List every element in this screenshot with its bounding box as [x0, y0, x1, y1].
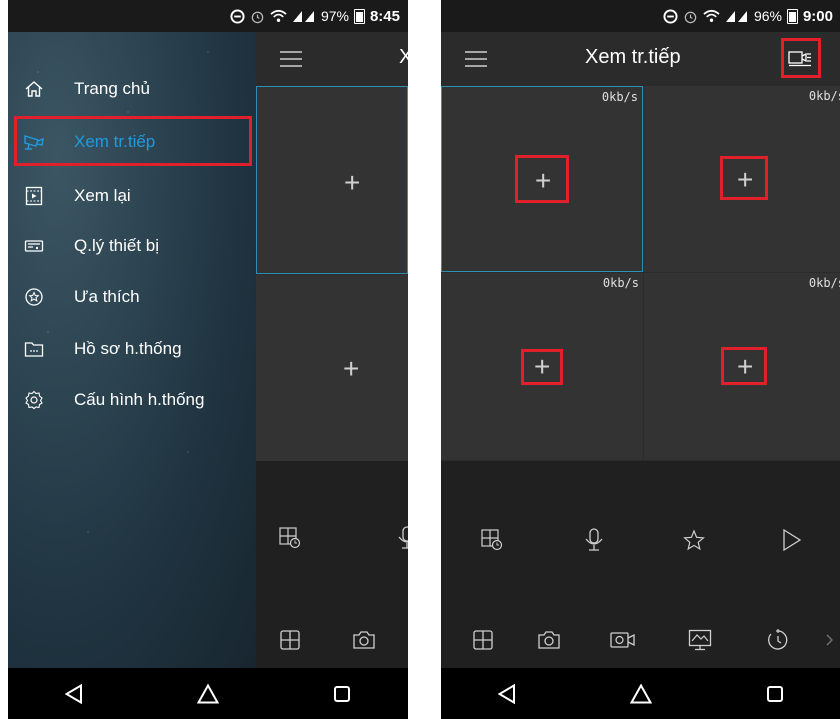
home-icon [14, 79, 54, 99]
star-icon[interactable] [679, 525, 709, 555]
menu-item-playback[interactable]: Xem lại [8, 174, 256, 218]
control-toolbar [441, 461, 840, 668]
add-channel-icon[interactable]: + [343, 355, 359, 383]
microphone-icon[interactable] [579, 525, 609, 555]
settings-icon [14, 390, 54, 410]
battery-percent: 96% [753, 8, 782, 24]
device-list-highlight [781, 38, 821, 78]
video-tile[interactable]: 0kb/s + [441, 273, 643, 460]
page-title: Xem tr.tiếp [585, 46, 681, 68]
video-tile[interactable]: 0kb/s + [644, 86, 840, 272]
grid-schedule-icon[interactable] [275, 523, 305, 553]
status-bar: 97% 8:45 [8, 0, 408, 32]
history-icon[interactable] [763, 625, 793, 655]
video-tile[interactable]: + [256, 275, 408, 461]
split-screen-icon[interactable] [468, 625, 498, 655]
back-icon[interactable] [498, 683, 516, 704]
battery-icon [786, 8, 798, 24]
dnd-icon [230, 8, 245, 24]
record-icon[interactable] [608, 625, 638, 655]
left-phone-screen: 97% 8:45 Trang chủ Xem tr.tiếp Xem lại Q… [8, 0, 408, 719]
grid-schedule-icon[interactable] [477, 525, 507, 555]
back-icon[interactable] [65, 683, 83, 704]
menu-item-system-settings[interactable]: Cấu hình h.thống [8, 378, 256, 422]
bitrate-label: 0kb/s [808, 276, 840, 290]
alarm-icon [250, 9, 265, 24]
dnd-icon [663, 8, 678, 24]
recents-icon[interactable] [333, 685, 351, 703]
wifi-icon [270, 9, 287, 23]
right-phone-screen: 96% 9:00 Xem tr.tiếp 0kb/s + 0kb/s + 0kb… [441, 0, 840, 719]
app-header: Xem tr.tiếp [441, 32, 840, 86]
add-channel-highlight [720, 156, 768, 200]
menu-item-label: Hồ sơ h.thống [74, 339, 182, 358]
menu-item-label: Xem lại [74, 186, 131, 205]
video-tile[interactable]: 0kb/s + [644, 273, 840, 460]
home-nav-icon[interactable] [630, 683, 652, 704]
battery-percent: 97% [320, 8, 349, 24]
menu-item-system-records[interactable]: Hồ sơ h.thống [8, 327, 256, 371]
favorite-icon [14, 287, 54, 307]
snapshot-icon[interactable] [349, 625, 379, 655]
clock: 9:00 [802, 7, 833, 25]
snapshot-icon[interactable] [534, 625, 564, 655]
home-nav-icon[interactable] [197, 683, 219, 704]
control-toolbar [256, 461, 408, 668]
battery-icon [353, 8, 365, 24]
signal-icon [725, 9, 749, 23]
android-nav-bar [441, 668, 840, 719]
menu-item-label: Trang chủ [74, 79, 150, 98]
playback-icon [14, 186, 54, 206]
monitor-stats-icon[interactable] [685, 625, 715, 655]
more-arrow-icon[interactable] [823, 625, 837, 655]
menu-item-home[interactable]: Trang chủ [8, 67, 256, 111]
live-view-highlight [14, 116, 252, 166]
video-tile[interactable]: 0kb/s + [441, 86, 643, 272]
split-screen-icon[interactable] [275, 625, 305, 655]
signal-icon [292, 9, 316, 23]
bitrate-label: 0kb/s [808, 89, 840, 103]
bitrate-label: 0kb/s [602, 276, 639, 290]
add-channel-highlight [521, 349, 563, 385]
microphone-icon[interactable] [392, 523, 408, 553]
device-icon [14, 238, 54, 254]
android-nav-bar [8, 668, 408, 719]
alarm-icon [683, 9, 698, 24]
menu-item-label: Cấu hình h.thống [74, 390, 205, 409]
app-header: X [256, 32, 408, 86]
add-channel-highlight [721, 347, 767, 385]
status-bar: 96% 9:00 [441, 0, 840, 32]
add-channel-highlight [515, 155, 569, 203]
page-title: X [399, 46, 408, 68]
video-tile[interactable]: + [256, 86, 408, 274]
play-icon[interactable] [777, 525, 807, 555]
wifi-icon [703, 9, 720, 23]
live-view-content: X + + [256, 32, 408, 668]
navigation-drawer: Trang chủ Xem tr.tiếp Xem lại Q.lý thiết… [8, 32, 256, 668]
hamburger-menu-icon[interactable] [278, 46, 304, 72]
menu-item-device-manager[interactable]: Q.lý thiết bị [8, 224, 256, 268]
add-channel-icon[interactable]: + [344, 169, 360, 197]
menu-item-label: Q.lý thiết bị [74, 236, 160, 255]
menu-item-favorites[interactable]: Ưa thích [8, 275, 256, 319]
folder-icon [14, 340, 54, 358]
clock: 8:45 [369, 7, 400, 25]
recents-icon[interactable] [766, 685, 784, 703]
menu-item-label: Ưa thích [74, 287, 140, 306]
hamburger-menu-icon[interactable] [463, 46, 489, 72]
bitrate-label: 0kb/s [601, 90, 638, 104]
